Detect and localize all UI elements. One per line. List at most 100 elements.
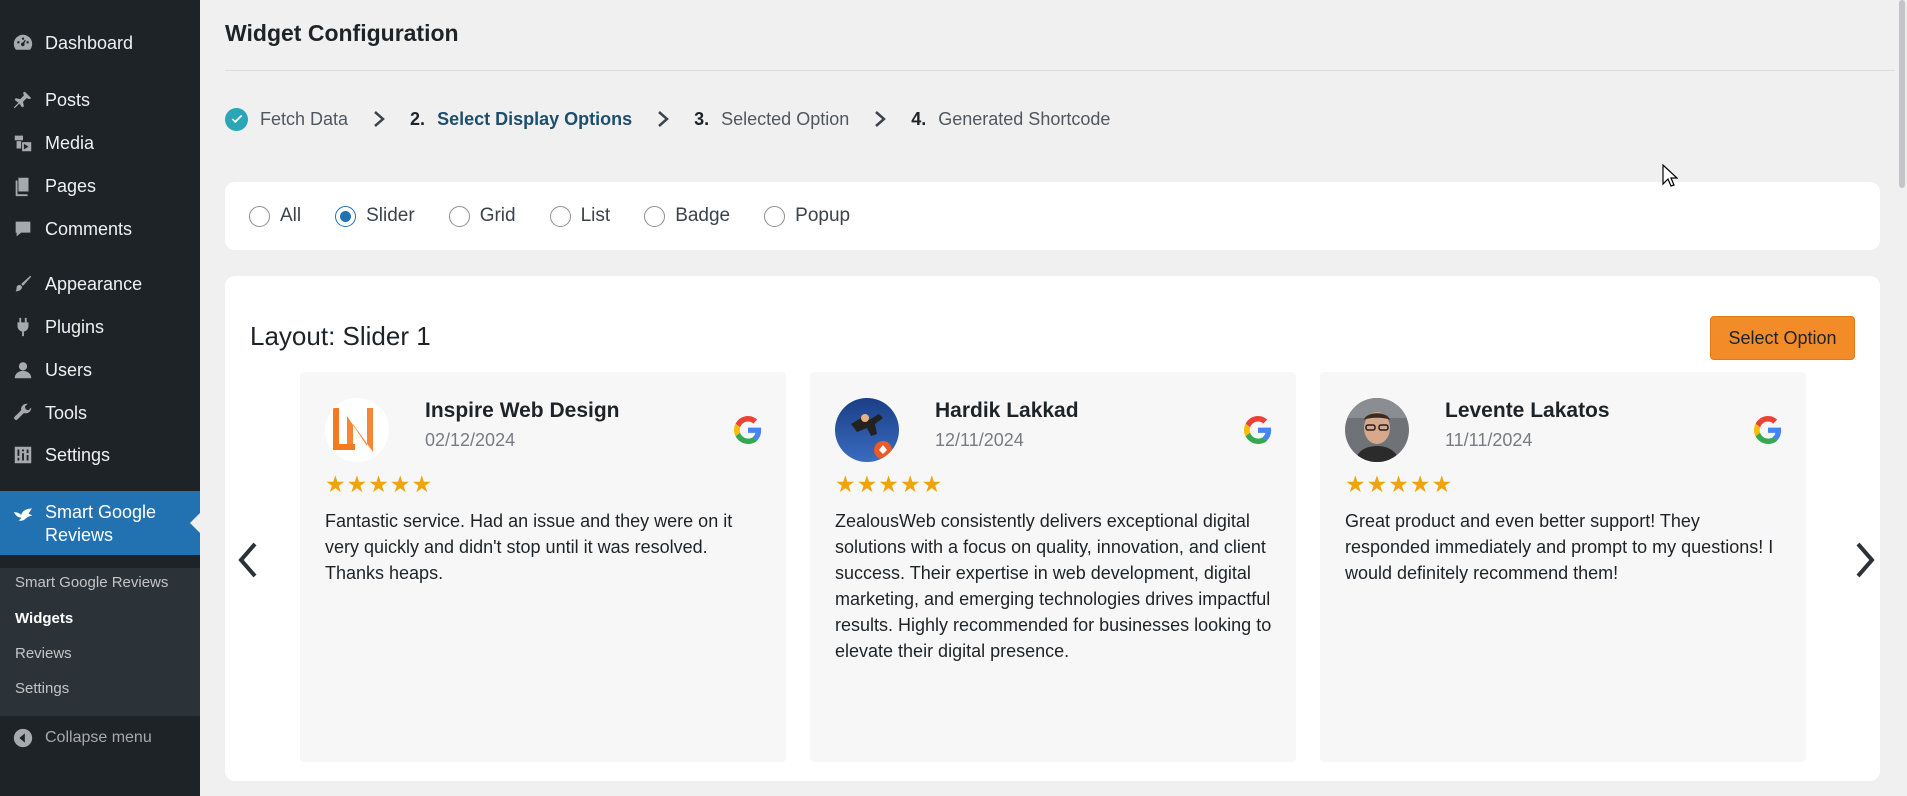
option-slider[interactable]: Slider <box>335 205 415 227</box>
admin-sidebar: Dashboard Posts Media Pages Comments App… <box>0 0 200 796</box>
step-label: Selected Option <box>721 108 850 129</box>
page-scrollbar[interactable] <box>1895 0 1907 796</box>
avatar <box>835 398 899 462</box>
main-content: Widget Configuration Fetch Data 2. Selec… <box>200 0 1907 796</box>
active-menu-pointer <box>190 513 200 533</box>
review-date: 02/12/2024 <box>425 430 516 450</box>
sidebar-item-label: Users <box>45 359 93 380</box>
sidebar-item-label: Comments <box>45 218 133 239</box>
option-popup[interactable]: Popup <box>764 205 850 227</box>
step-number: 3. <box>694 108 710 129</box>
step-label: Select Display Options <box>437 108 633 129</box>
option-label: All <box>280 205 302 226</box>
radio-button[interactable] <box>335 205 357 227</box>
chevron-right-icon <box>656 110 670 128</box>
step-generated-shortcode[interactable]: 4. Generated Shortcode <box>911 109 1110 130</box>
option-all[interactable]: All <box>249 205 301 227</box>
sidebar-item-label: Posts <box>45 89 91 110</box>
dashboard-icon <box>10 30 36 56</box>
reviewer-name: Hardik Lakkad <box>935 399 1079 422</box>
comment-icon <box>10 216 36 242</box>
step-selected-option[interactable]: 3. Selected Option <box>694 109 849 130</box>
option-list[interactable]: List <box>549 205 611 227</box>
radio-button[interactable] <box>549 205 571 227</box>
step-fetch-data[interactable]: Fetch Data <box>225 107 349 131</box>
sidebar-item-posts[interactable]: Posts <box>0 82 200 118</box>
option-label: Badge <box>675 205 731 226</box>
review-date: 11/11/2024 <box>1445 430 1533 450</box>
submenu-item-smart-google-reviews[interactable]: Smart Google Reviews <box>15 574 168 591</box>
sidebar-item-label: Tools <box>45 402 88 423</box>
option-grid[interactable]: Grid <box>448 205 516 227</box>
sidebar-item-settings[interactable]: Settings <box>0 437 200 473</box>
sidebar-item-label: Dashboard <box>45 32 134 53</box>
review-text: ZealousWeb consistently delivers excepti… <box>835 511 1272 661</box>
chevron-right-icon <box>372 110 386 128</box>
sidebar-item-appearance[interactable]: Appearance <box>0 266 200 302</box>
review-card: Levente Lakatos 11/11/2024 ★★★★★ Great p… <box>1320 372 1806 762</box>
sidebar-item-plugins[interactable]: Plugins <box>0 309 200 345</box>
radio-button[interactable] <box>764 205 786 227</box>
google-icon <box>1754 416 1782 444</box>
option-label: Slider <box>366 205 415 226</box>
review-text: Fantastic service. Had an issue and they… <box>325 511 733 583</box>
reviewer-name: Inspire Web Design <box>425 399 620 422</box>
media-icon <box>10 130 36 156</box>
sidebar-item-media[interactable]: Media <box>0 125 200 161</box>
title-divider <box>225 70 1907 71</box>
layout-title: Layout: Slider 1 <box>250 321 431 351</box>
slider-prev-button[interactable] <box>233 540 263 580</box>
sidebar-item-label: Media <box>45 132 95 153</box>
review-text: Great product and even better support! T… <box>1345 511 1774 583</box>
pages-icon <box>10 173 36 199</box>
option-label: List <box>580 205 611 226</box>
collapse-icon <box>12 727 34 749</box>
sidebar-item-label: Plugins <box>45 316 105 337</box>
sidebar-item-tools[interactable]: Tools <box>0 395 200 431</box>
sidebar-item-users[interactable]: Users <box>0 352 200 388</box>
chevron-right-icon <box>873 110 887 128</box>
option-badge[interactable]: Badge <box>644 205 730 227</box>
bird-icon <box>10 501 36 527</box>
submenu-item-widgets[interactable]: Widgets <box>15 610 73 627</box>
sidebar-item-label: Appearance <box>45 273 143 294</box>
plugin-icon <box>10 314 36 340</box>
layout-preview-card: Layout: Slider 1 Select Option Inspire W… <box>225 276 1880 781</box>
sidebar-item-smart-google-reviews[interactable]: Smart Google Reviews <box>0 491 200 555</box>
sidebar-item-dashboard[interactable]: Dashboard <box>0 25 200 61</box>
slider-next-button[interactable] <box>1850 540 1880 580</box>
submenu-item-reviews[interactable]: Reviews <box>15 645 72 662</box>
step-number: 4. <box>911 108 927 129</box>
star-rating: ★★★★★ <box>1345 471 1454 497</box>
review-date: 12/11/2024 <box>935 430 1024 450</box>
review-card: Inspire Web Design 02/12/2024 ★★★★★ Fant… <box>300 372 786 762</box>
mouse-cursor-icon <box>1662 164 1678 187</box>
wrench-icon <box>10 400 36 426</box>
star-rating: ★★★★★ <box>835 471 944 497</box>
user-icon <box>10 357 36 383</box>
radio-button[interactable] <box>249 205 270 227</box>
collapse-menu-button[interactable]: Collapse menu <box>0 726 200 750</box>
option-label: Popup <box>795 205 851 226</box>
sidebar-item-pages[interactable]: Pages <box>0 168 200 204</box>
radio-button[interactable] <box>448 205 470 227</box>
step-label: Fetch Data <box>260 108 349 129</box>
step-number: 2. <box>410 108 426 129</box>
option-label: Grid <box>479 205 516 226</box>
scrollbar-thumb[interactable] <box>1899 0 1905 188</box>
google-icon <box>1244 416 1272 444</box>
check-icon <box>225 107 248 131</box>
sidebar-item-comments[interactable]: Comments <box>0 211 200 247</box>
sidebar-item-label: Pages <box>45 175 97 196</box>
step-select-display-options[interactable]: 2. Select Display Options <box>410 109 632 130</box>
radio-button[interactable] <box>644 205 666 227</box>
submenu-item-settings[interactable]: Settings <box>15 680 69 697</box>
settings-icon <box>10 442 36 468</box>
reviewer-name: Levente Lakatos <box>1445 399 1610 422</box>
step-progress: Fetch Data 2. Select Display Options 3. … <box>225 106 1110 132</box>
avatar <box>1345 398 1409 462</box>
collapse-menu-label: Collapse menu <box>45 729 152 746</box>
avatar <box>325 398 389 462</box>
brush-icon <box>10 271 36 297</box>
select-option-button[interactable]: Select Option <box>1710 316 1855 360</box>
